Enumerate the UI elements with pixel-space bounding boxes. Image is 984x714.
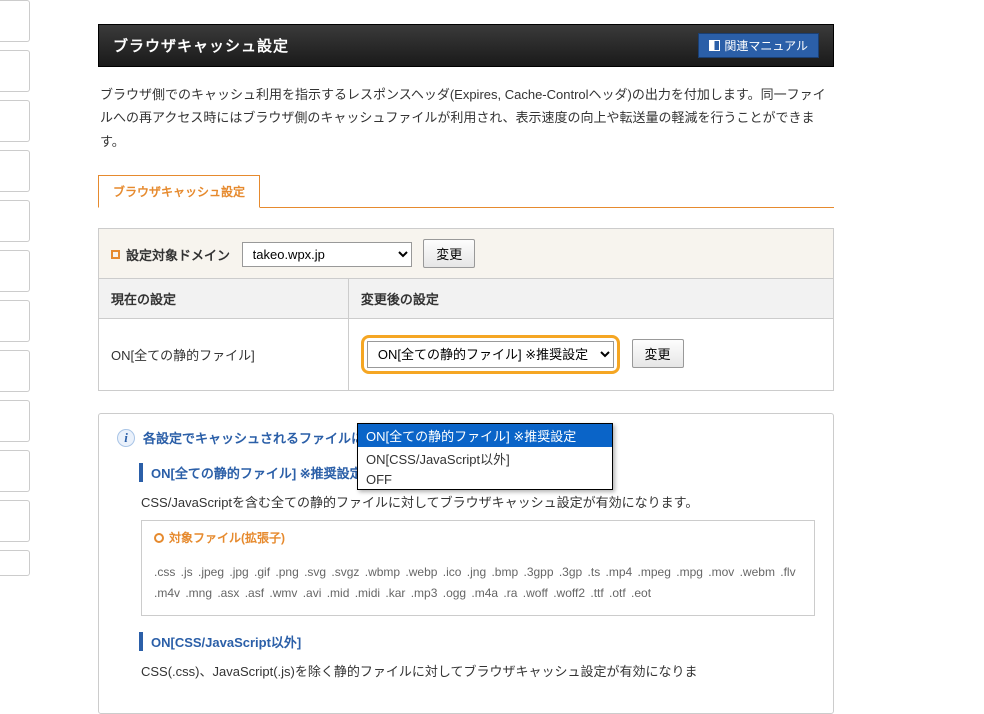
sidebar-item[interactable] [0,50,30,92]
sidebar-item[interactable] [0,550,30,576]
new-setting-cell: ON[全ての静的ファイル] ※推奨設定 変更 [348,319,833,391]
col-new-setting: 変更後の設定 [348,279,833,319]
domain-change-button[interactable]: 変更 [423,239,475,268]
manual-icon [709,40,720,51]
left-sidebar-fragment [0,0,30,613]
domain-row: 設定対象ドメイン takeo.wpx.jp 変更 [99,229,834,279]
info-subsection-except-css-js: ON[CSS/JavaScript以外] CSS(.css)、JavaScrip… [139,632,815,683]
col-current-setting: 現在の設定 [99,279,349,319]
dropdown-option-all-static[interactable]: ON[全ての静的ファイル] ※推奨設定 [358,424,612,447]
target-file-list: .css .js .jpeg .jpg .gif .png .svg .svgz… [142,554,814,615]
target-file-header: 対象ファイル(拡張子) [142,521,814,554]
current-setting-value: ON[全ての静的ファイル] [99,319,349,391]
sidebar-item[interactable] [0,100,30,142]
page-description: ブラウザ側でのキャッシュ利用を指示するレスポンスヘッダ(Expires, Cac… [98,67,834,169]
target-file-title: 対象ファイル(拡張子) [169,529,285,546]
related-manual-button[interactable]: 関連マニュアル [698,33,819,58]
page-header: ブラウザキャッシュ設定 関連マニュアル [98,24,834,67]
cache-mode-dropdown-popup[interactable]: ON[全ての静的ファイル] ※推奨設定 ON[CSS/JavaScript以外]… [357,423,613,490]
manual-label: 関連マニュアル [724,37,808,54]
setting-change-button[interactable]: 変更 [632,339,684,368]
ring-icon [154,533,164,543]
sidebar-item[interactable] [0,150,30,192]
domain-label-text: 設定対象ドメイン [126,245,230,264]
tab-browser-cache[interactable]: ブラウザキャッシュ設定 [98,175,260,208]
dropdown-option-off[interactable]: OFF [358,470,612,489]
cache-mode-select[interactable]: ON[全ての静的ファイル] ※推奨設定 [367,341,614,368]
domain-settings-table: 設定対象ドメイン takeo.wpx.jp 変更 現在の設定 変更後の設定 ON… [98,228,834,391]
sidebar-item[interactable] [0,350,30,392]
sidebar-item[interactable] [0,500,30,542]
domain-label: 設定対象ドメイン [111,245,230,264]
cache-select-highlight: ON[全ての静的ファイル] ※推奨設定 [361,335,620,374]
sidebar-item[interactable] [0,400,30,442]
dropdown-option-except-css-js[interactable]: ON[CSS/JavaScript以外] [358,447,612,470]
sidebar-item[interactable] [0,200,30,242]
sub-title-except-css-js: ON[CSS/JavaScript以外] [139,632,815,651]
page-title: ブラウザキャッシュ設定 [113,35,289,56]
square-marker-icon [111,250,120,259]
sidebar-item[interactable] [0,0,30,42]
sidebar-item[interactable] [0,300,30,342]
sub-text-except-css-js: CSS(.css)、JavaScript(.js)を除く静的ファイルに対してブラ… [141,661,815,683]
info-icon: i [117,429,135,447]
sidebar-item[interactable] [0,250,30,292]
tabs: ブラウザキャッシュ設定 [98,175,834,208]
target-file-box: 対象ファイル(拡張子) .css .js .jpeg .jpg .gif .pn… [141,520,815,616]
sub-text-all-static: CSS/JavaScriptを含む全ての静的ファイルに対してブラウザキャッシュ設… [141,492,815,514]
domain-select[interactable]: takeo.wpx.jp [242,242,412,267]
sidebar-item[interactable] [0,450,30,492]
